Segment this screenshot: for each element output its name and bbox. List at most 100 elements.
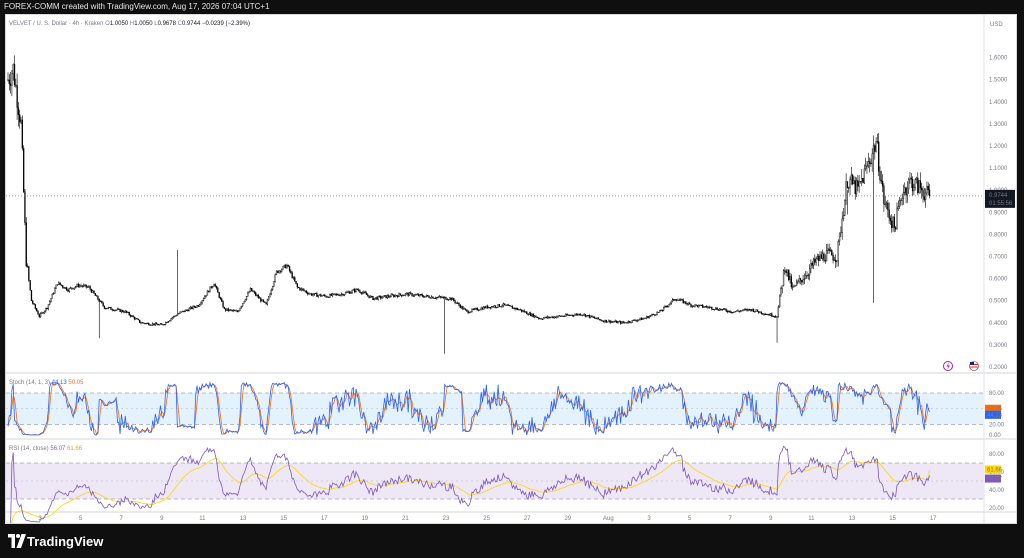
candle xyxy=(125,310,128,313)
candle xyxy=(502,303,504,307)
candle xyxy=(154,322,156,326)
candle xyxy=(614,320,617,323)
candle xyxy=(351,290,353,293)
candle xyxy=(878,141,880,172)
lightning-icon[interactable] xyxy=(943,361,953,371)
candle xyxy=(168,320,171,322)
candle xyxy=(901,198,903,201)
candle xyxy=(497,304,499,308)
us-flag-icon[interactable] xyxy=(969,361,979,371)
candle xyxy=(20,119,22,123)
candle xyxy=(347,291,349,293)
candle xyxy=(889,217,892,222)
candle xyxy=(333,293,335,295)
candle xyxy=(780,288,782,296)
candle xyxy=(696,305,699,308)
candle xyxy=(544,316,546,319)
candle xyxy=(188,308,190,312)
candle xyxy=(741,310,743,312)
candle xyxy=(750,309,752,312)
candle xyxy=(777,306,779,318)
candle xyxy=(251,288,253,292)
candle xyxy=(776,316,778,318)
candle xyxy=(656,312,658,315)
candle xyxy=(428,296,430,298)
candle xyxy=(387,295,390,297)
candle xyxy=(583,314,585,316)
candle xyxy=(369,295,372,298)
candle xyxy=(496,306,498,308)
candle xyxy=(268,296,270,301)
candle xyxy=(39,313,42,317)
candle xyxy=(33,303,35,305)
candle xyxy=(363,291,365,293)
candle xyxy=(59,282,61,285)
candle xyxy=(923,196,925,200)
candle xyxy=(467,310,469,314)
candle xyxy=(453,298,455,301)
candle xyxy=(89,286,91,290)
candle xyxy=(859,181,862,183)
candle xyxy=(28,266,30,281)
candle xyxy=(875,141,877,152)
candle xyxy=(284,264,287,269)
candle xyxy=(516,307,519,310)
tradingview-brand[interactable]: TradingView xyxy=(27,534,103,549)
candle xyxy=(836,260,838,263)
candle xyxy=(335,294,338,296)
candle xyxy=(64,287,67,289)
candle xyxy=(897,206,899,210)
candle xyxy=(665,306,667,308)
candle xyxy=(540,318,542,320)
candle xyxy=(909,177,911,180)
candle xyxy=(848,187,850,189)
candle xyxy=(807,274,809,276)
candle xyxy=(778,294,781,308)
candle xyxy=(86,286,89,288)
candle xyxy=(153,323,155,326)
stoch-tick-label: 20.00 xyxy=(989,423,1005,429)
candle xyxy=(92,290,94,293)
candle xyxy=(407,292,409,296)
candle xyxy=(509,304,511,307)
candle xyxy=(8,79,10,84)
candle xyxy=(487,305,489,309)
candle xyxy=(781,285,783,289)
candle xyxy=(240,305,242,309)
candle xyxy=(824,260,826,262)
candle xyxy=(657,311,660,313)
candle xyxy=(466,309,468,312)
candle xyxy=(738,310,740,312)
candle xyxy=(633,319,635,321)
candle xyxy=(391,294,394,296)
candle xyxy=(343,293,345,296)
candles-group[interactable] xyxy=(7,55,931,354)
chart-canvas[interactable]: VELVET / U. S. Dollar · 4h · Kraken O1.0… xyxy=(6,15,1016,523)
candle xyxy=(928,189,931,197)
price-legend-part: 1.0050 xyxy=(110,21,130,27)
candle xyxy=(703,306,705,308)
candle xyxy=(146,322,149,324)
candle xyxy=(261,299,263,302)
time-tick-label: 3 xyxy=(647,516,651,522)
candle xyxy=(866,165,868,167)
candle xyxy=(702,304,704,308)
candle xyxy=(308,293,310,295)
candle xyxy=(63,287,65,289)
candle xyxy=(440,296,442,298)
candle xyxy=(623,322,626,324)
candle xyxy=(811,262,813,266)
chart-area[interactable]: VELVET / U. S. Dollar · 4h · Kraken O1.0… xyxy=(5,14,1017,524)
rsi-value: 56.07 xyxy=(987,477,1003,483)
candle xyxy=(915,177,918,180)
candle xyxy=(424,296,426,298)
candle xyxy=(476,308,478,311)
candle xyxy=(805,275,807,280)
candle xyxy=(481,307,484,310)
candle xyxy=(539,318,541,320)
candle xyxy=(816,255,819,260)
candle xyxy=(357,289,360,291)
candle xyxy=(536,317,538,319)
candle xyxy=(248,291,250,294)
candle xyxy=(785,270,787,273)
